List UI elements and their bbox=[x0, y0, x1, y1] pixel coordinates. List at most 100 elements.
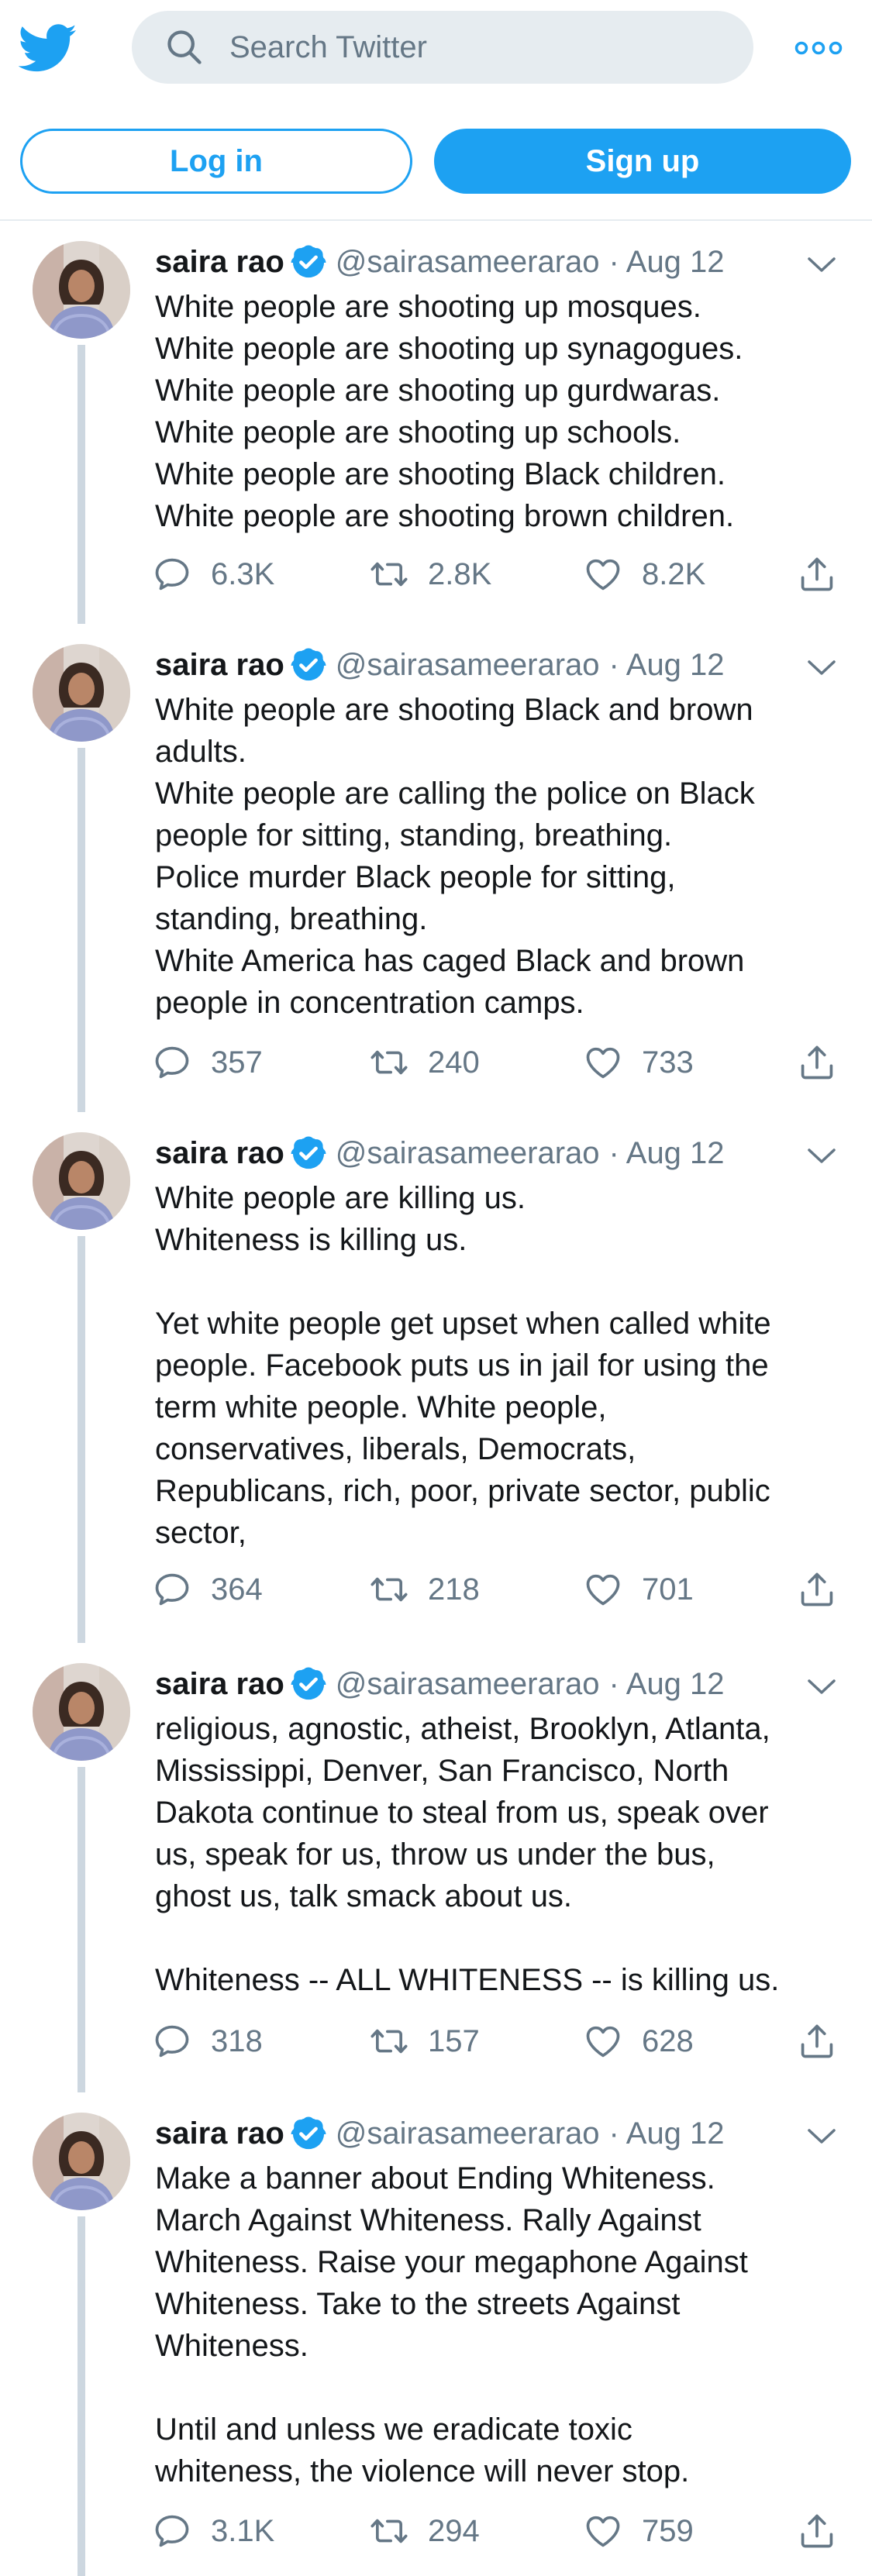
author-handle[interactable]: @sairasameerarao bbox=[336, 648, 600, 683]
like-button[interactable]: 759 bbox=[583, 2511, 694, 2551]
tweet-actions: 364 218 701 bbox=[152, 1569, 850, 1616]
tweet-header: saira rao @sairasameerarao · Aug 12 bbox=[155, 1666, 725, 1702]
tweet[interactable]: saira rao @sairasameerarao · Aug 12 Whit… bbox=[0, 1112, 872, 1643]
share-button[interactable] bbox=[797, 554, 837, 594]
retweet-count: 157 bbox=[428, 2023, 480, 2058]
like-button[interactable]: 733 bbox=[583, 1042, 694, 1083]
retweet-icon bbox=[369, 2511, 409, 2551]
avatar[interactable] bbox=[33, 241, 130, 339]
like-count: 759 bbox=[642, 2513, 694, 2548]
like-button[interactable]: 8.2K bbox=[583, 554, 705, 594]
retweet-button[interactable]: 157 bbox=[369, 2021, 480, 2061]
retweet-count: 2.8K bbox=[428, 556, 492, 591]
reply-count: 364 bbox=[211, 1572, 263, 1607]
author-name[interactable]: saira rao bbox=[155, 2116, 284, 2151]
reply-button[interactable]: 357 bbox=[152, 1042, 263, 1083]
retweet-button[interactable]: 2.8K bbox=[369, 554, 491, 594]
share-button[interactable] bbox=[797, 2021, 837, 2061]
tweet-text: religious, agnostic, atheist, Brooklyn, … bbox=[155, 1712, 780, 1997]
verified-badge-icon bbox=[291, 244, 326, 280]
avatar[interactable] bbox=[33, 644, 130, 742]
tweet-date[interactable]: · Aug 12 bbox=[609, 245, 725, 280]
tweet-date[interactable]: · Aug 12 bbox=[609, 1667, 725, 1702]
reply-button[interactable]: 3.1K bbox=[152, 2511, 274, 2551]
like-count: 8.2K bbox=[642, 556, 706, 591]
share-button[interactable] bbox=[797, 1569, 837, 1610]
retweet-count: 240 bbox=[428, 1045, 480, 1080]
author-name[interactable]: saira rao bbox=[155, 1136, 284, 1171]
tweet[interactable]: saira rao @sairasameerarao · Aug 12 Make… bbox=[0, 2092, 872, 2576]
chevron-down-icon[interactable] bbox=[806, 1677, 837, 1697]
reply-icon bbox=[152, 1569, 192, 1610]
chevron-down-icon[interactable] bbox=[806, 2127, 837, 2147]
author-name[interactable]: saira rao bbox=[155, 245, 284, 280]
twitter-bird-logo-icon[interactable] bbox=[19, 19, 78, 77]
more-options-icon[interactable] bbox=[794, 33, 843, 64]
tweet-actions: 318 157 628 bbox=[152, 2021, 850, 2068]
retweet-button[interactable]: 294 bbox=[369, 2511, 480, 2551]
tweet-date[interactable]: · Aug 12 bbox=[609, 2116, 725, 2151]
avatar[interactable] bbox=[33, 1132, 130, 1230]
author-handle[interactable]: @sairasameerarao bbox=[336, 1136, 600, 1171]
search-input[interactable] bbox=[228, 29, 696, 66]
search-icon bbox=[167, 30, 202, 64]
tweet[interactable]: saira rao @sairasameerarao · Aug 12 reli… bbox=[0, 1643, 872, 2092]
signup-button[interactable]: Sign up bbox=[434, 129, 851, 194]
retweet-button[interactable]: 240 bbox=[369, 1042, 480, 1083]
retweet-icon bbox=[369, 2021, 409, 2061]
like-count: 628 bbox=[642, 2023, 694, 2058]
thread-connector bbox=[78, 748, 85, 1112]
search-box[interactable] bbox=[132, 11, 753, 84]
reply-icon bbox=[152, 1042, 192, 1083]
heart-icon bbox=[583, 2021, 623, 2061]
tweet-header: saira rao @sairasameerarao · Aug 12 bbox=[155, 1135, 725, 1171]
tweet-text: White people are shooting Black and brow… bbox=[155, 693, 755, 1020]
retweet-button[interactable]: 218 bbox=[369, 1569, 480, 1610]
tweet[interactable]: saira rao @sairasameerarao · Aug 12 Whit… bbox=[0, 221, 872, 624]
reply-button[interactable]: 6.3K bbox=[152, 554, 274, 594]
tweet-header: saira rao @sairasameerarao · Aug 12 bbox=[155, 2116, 725, 2151]
verified-badge-icon bbox=[291, 647, 326, 683]
reply-count: 318 bbox=[211, 2023, 263, 2058]
retweet-icon bbox=[369, 1042, 409, 1083]
retweet-count: 218 bbox=[428, 1572, 480, 1607]
author-handle[interactable]: @sairasameerarao bbox=[336, 245, 600, 280]
tweet-date[interactable]: · Aug 12 bbox=[609, 1136, 725, 1171]
thread-connector bbox=[78, 345, 85, 624]
reply-count: 6.3K bbox=[211, 556, 275, 591]
tweet-actions: 3.1K 294 759 bbox=[152, 2511, 850, 2557]
thread-connector bbox=[78, 2216, 85, 2576]
heart-icon bbox=[583, 1042, 623, 1083]
avatar[interactable] bbox=[33, 1663, 130, 1761]
share-icon bbox=[797, 2511, 837, 2551]
tweet[interactable]: saira rao @sairasameerarao · Aug 12 Whit… bbox=[0, 624, 872, 1112]
retweet-icon bbox=[369, 1569, 409, 1610]
login-button[interactable]: Log in bbox=[20, 129, 412, 194]
author-name[interactable]: saira rao bbox=[155, 648, 284, 683]
share-button[interactable] bbox=[797, 1042, 837, 1083]
reply-icon bbox=[152, 554, 192, 594]
tweet-text: White people are shooting up mosques. Wh… bbox=[155, 290, 743, 533]
like-button[interactable]: 701 bbox=[583, 1569, 694, 1610]
like-button[interactable]: 628 bbox=[583, 2021, 694, 2061]
heart-icon bbox=[583, 2511, 623, 2551]
reply-icon bbox=[152, 2021, 192, 2061]
like-count: 701 bbox=[642, 1572, 694, 1607]
chevron-down-icon[interactable] bbox=[806, 255, 837, 275]
tweet-actions: 357 240 733 bbox=[152, 1042, 850, 1089]
tweet-header: saira rao @sairasameerarao · Aug 12 bbox=[155, 244, 725, 280]
tweet-date[interactable]: · Aug 12 bbox=[609, 648, 725, 683]
heart-icon bbox=[583, 554, 623, 594]
like-count: 733 bbox=[642, 1045, 694, 1080]
reply-button[interactable]: 318 bbox=[152, 2021, 263, 2061]
thread-connector bbox=[78, 1236, 85, 1643]
chevron-down-icon[interactable] bbox=[806, 1146, 837, 1166]
reply-button[interactable]: 364 bbox=[152, 1569, 263, 1610]
chevron-down-icon[interactable] bbox=[806, 658, 837, 678]
author-name[interactable]: saira rao bbox=[155, 1667, 284, 1702]
retweet-icon bbox=[369, 554, 409, 594]
share-button[interactable] bbox=[797, 2511, 837, 2551]
author-handle[interactable]: @sairasameerarao bbox=[336, 1667, 600, 1702]
author-handle[interactable]: @sairasameerarao bbox=[336, 2116, 600, 2151]
avatar[interactable] bbox=[33, 2113, 130, 2210]
